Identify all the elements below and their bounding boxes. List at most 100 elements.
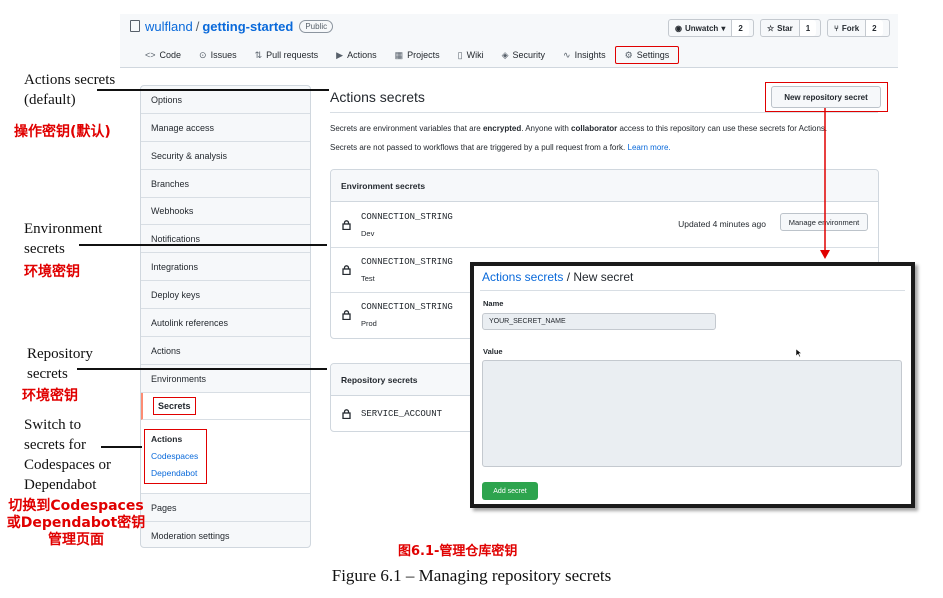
tab-label: Wiki xyxy=(466,50,484,60)
visibility-badge: Public xyxy=(299,20,334,33)
sidebar-item-secrets[interactable]: Secrets xyxy=(141,393,310,420)
add-secret-button[interactable]: Add secret xyxy=(482,482,538,500)
annotation-line: Repository xyxy=(27,346,93,362)
submenu-item-dependabot[interactable]: Dependabot xyxy=(151,468,197,478)
annotation-actions-secrets-cn: 操作密钥(默认) xyxy=(14,124,111,140)
submenu-item-actions[interactable]: Actions xyxy=(151,434,182,444)
updated-timestamp: Updated 4 minutes ago xyxy=(678,219,766,229)
issue-icon: ⊙ xyxy=(199,49,207,60)
leader-line xyxy=(79,244,327,246)
annotation-repository-secrets: Repository secrets xyxy=(27,344,93,384)
star-icon: ☆ xyxy=(767,23,775,33)
repo-tabs: <> Code ⊙ Issues ⇅ Pull requests ▶ Actions ▦… xyxy=(136,46,680,64)
repo-owner-link[interactable]: wulfland xyxy=(145,19,193,34)
sidebar-item-webhooks[interactable]: Webhooks xyxy=(141,197,310,225)
tab-label: Issues xyxy=(210,50,237,60)
secrets-submenu: Actions Codespaces Dependabot xyxy=(144,429,207,484)
shield-icon: ◈ xyxy=(501,49,509,60)
annotation-line: Dependabot xyxy=(24,477,97,493)
leader-line xyxy=(77,368,327,370)
book-icon: ▯ xyxy=(457,49,463,60)
star-button[interactable]: ☆ Star 1 xyxy=(760,19,821,37)
tab-wiki[interactable]: ▯ Wiki xyxy=(449,46,493,64)
fork-button[interactable]: ⑂ Fork 2 xyxy=(827,19,890,37)
sidebar-item-pages[interactable]: Pages xyxy=(141,494,310,522)
sidebar-item-deploy-keys[interactable]: Deploy keys xyxy=(141,281,310,309)
project-icon: ▦ xyxy=(394,49,404,60)
annotation-line: Environment xyxy=(24,221,103,237)
caption-chinese: 图6.1-管理仓库密钥 xyxy=(398,544,518,559)
lock-icon xyxy=(342,265,351,275)
graph-icon: ∿ xyxy=(563,49,571,60)
description-bold: encrypted xyxy=(482,124,522,133)
tab-insights[interactable]: ∿ Insights xyxy=(554,46,615,64)
annotation-line: 管理页面 xyxy=(48,532,104,548)
secret-name: SERVICE_ACCOUNT xyxy=(361,409,443,419)
sidebar-item-manage-access[interactable]: Manage access xyxy=(141,114,310,142)
breadcrumb-actions-secrets[interactable]: Actions secrets xyxy=(482,270,563,284)
tab-actions[interactable]: ▶ Actions xyxy=(327,46,385,64)
value-label: Value xyxy=(483,347,503,356)
secret-name-input[interactable]: YOUR_SECRET_NAME xyxy=(482,313,716,330)
sidebar-item-moderation-settings[interactable]: Moderation settings xyxy=(141,522,310,550)
mouse-cursor-icon xyxy=(795,348,803,358)
repo-title-separator: / xyxy=(195,19,200,34)
annotation-environment-secrets-cn: 环境密钥 xyxy=(24,264,80,280)
submenu-item-codespaces[interactable]: Codespaces xyxy=(151,451,198,461)
tab-issues[interactable]: ⊙ Issues xyxy=(190,46,246,64)
sidebar-item-security-analysis[interactable]: Security & analysis xyxy=(141,142,310,170)
page-title: Actions secrets xyxy=(330,89,425,105)
sidebar-item-notifications[interactable]: Notifications xyxy=(141,225,310,253)
tab-pull-requests[interactable]: ⇅ Pull requests xyxy=(246,46,328,64)
name-label: Name xyxy=(483,299,504,308)
sidebar-item-secrets-label: Secrets xyxy=(153,397,196,415)
play-icon: ▶ xyxy=(336,49,344,60)
secret-row: CONNECTION_STRING Dev Updated 4 minutes … xyxy=(331,203,878,248)
sidebar-item-branches[interactable]: Branches xyxy=(141,170,310,198)
annotation-line: (default) xyxy=(24,92,76,108)
tab-code[interactable]: <> Code xyxy=(136,46,190,64)
unwatch-button[interactable]: ◉ Unwatch ▾ 2 xyxy=(668,19,754,37)
description-text: access to this repository can use these … xyxy=(617,124,828,133)
eye-icon: ◉ xyxy=(675,23,682,33)
annotation-line: 切换到Codespaces xyxy=(8,498,144,514)
new-repository-secret-button[interactable]: New repository secret xyxy=(771,86,881,108)
tab-label: Code xyxy=(159,50,182,60)
sidebar-item-actions[interactable]: Actions xyxy=(141,337,310,365)
secret-value-textarea[interactable] xyxy=(482,360,902,467)
gear-icon: ⚙ xyxy=(624,49,633,60)
dialog-divider xyxy=(480,290,905,291)
learn-more-link[interactable]: Learn more. xyxy=(628,143,671,152)
leader-line xyxy=(97,89,329,91)
red-arrow xyxy=(820,108,830,259)
description-text: Secrets are environment variables that a… xyxy=(330,124,483,133)
tab-projects[interactable]: ▦ Projects xyxy=(386,46,449,64)
annotation-line: secrets xyxy=(27,366,68,382)
repo-name-link[interactable]: getting-started xyxy=(202,19,293,34)
annotation-line: Switch to xyxy=(24,417,82,433)
secret-name: CONNECTION_STRING xyxy=(361,302,453,312)
secret-name: CONNECTION_STRING xyxy=(361,212,453,222)
annotation-switch-secrets-cn: 切换到Codespaces 或Dependabot密钥 管理页面 xyxy=(2,498,150,549)
leader-line xyxy=(101,446,142,448)
lock-icon xyxy=(342,409,351,419)
fork-note-text: Secrets are not passed to workflows that… xyxy=(330,143,626,152)
tab-label: Projects xyxy=(407,50,440,60)
unwatch-label: Unwatch xyxy=(684,23,719,33)
tab-settings[interactable]: ⚙ Settings xyxy=(614,46,680,64)
fork-note: Secrets are not passed to workflows that… xyxy=(330,143,671,152)
secret-environment: Dev xyxy=(361,229,375,238)
code-icon: <> xyxy=(145,50,156,60)
tab-label: Actions xyxy=(347,50,377,60)
sidebar-item-integrations[interactable]: Integrations xyxy=(141,253,310,281)
description-bold: collaborator xyxy=(571,124,618,133)
annotation-environment-secrets: Environment secrets xyxy=(24,219,102,259)
sidebar-item-autolink-references[interactable]: Autolink references xyxy=(141,309,310,337)
tab-label: Pull requests xyxy=(266,50,319,60)
tab-security[interactable]: ◈ Security xyxy=(493,46,554,64)
repo-icon xyxy=(130,20,140,32)
annotation-line: 或Dependabot密钥 xyxy=(6,515,146,531)
annotation-repository-secrets-cn: 环境密钥 xyxy=(22,388,78,404)
lock-icon xyxy=(342,220,351,230)
annotation-line: secrets xyxy=(24,241,65,257)
